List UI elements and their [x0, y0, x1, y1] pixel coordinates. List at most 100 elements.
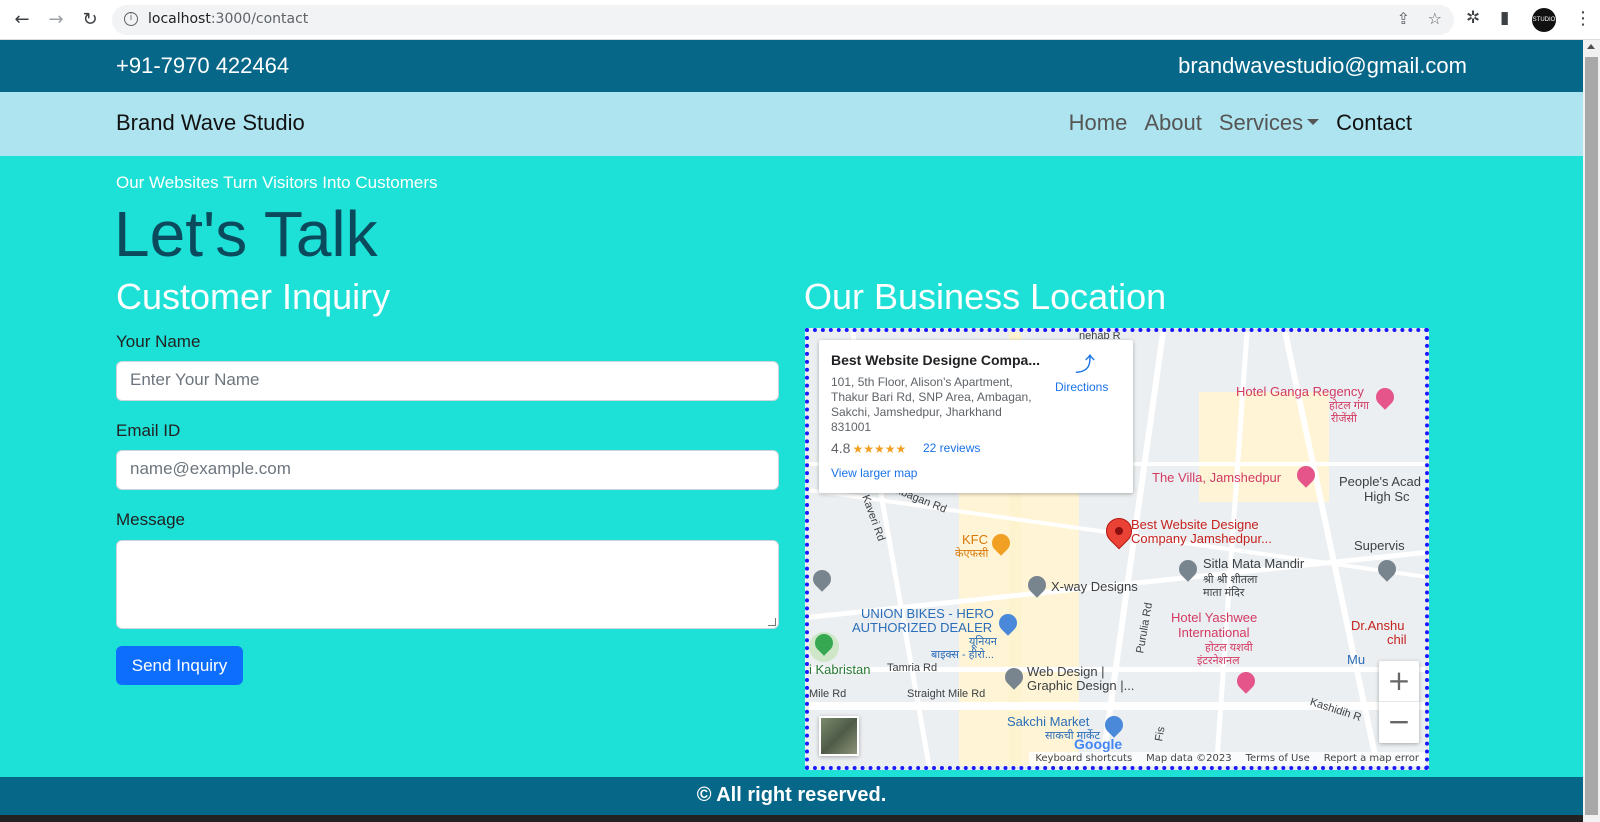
- map-label: Kashidih R: [1308, 696, 1363, 724]
- map-label[interactable]: Hotel Yashwee: [1171, 610, 1257, 625]
- place-name: Best Website Designe Compa...: [831, 352, 1041, 368]
- site-info-icon[interactable]: i: [124, 12, 138, 26]
- satellite-toggle-button[interactable]: [819, 716, 859, 756]
- nav-about[interactable]: About: [1144, 110, 1202, 136]
- map-label: बाइक्स - हीरो...: [931, 649, 994, 661]
- map-label[interactable]: Sitla Mata Mandir: [1203, 556, 1304, 571]
- map-label: Fis: [1153, 725, 1168, 743]
- map-data-text: Map data ©2023: [1146, 753, 1232, 764]
- url-path: :3000/contact: [210, 11, 309, 27]
- map-label: Straight Mile Rd: [907, 688, 986, 700]
- map-label[interactable]: Hotel Ganga Regency: [1236, 384, 1364, 399]
- email-input[interactable]: name@example.com: [116, 450, 779, 490]
- url-host: localhost: [148, 11, 211, 27]
- place-address: 101, 5th Floor, Alison's Apartment, Thak…: [831, 375, 1032, 434]
- hotel-marker-icon[interactable]: [1372, 384, 1398, 410]
- map-label: Mu: [1347, 652, 1366, 667]
- caret-down-icon: [1307, 119, 1320, 126]
- back-icon[interactable]: ←: [10, 8, 34, 32]
- forward-icon[interactable]: →: [44, 8, 68, 32]
- map-label: High Sc: [1364, 489, 1410, 504]
- main-navbar: Brand Wave Studio Home About Services Co…: [0, 92, 1583, 156]
- place-info-card: Best Website Designe Compa... 101, 5th F…: [819, 340, 1133, 493]
- side-panel-icon[interactable]: ▮: [1500, 8, 1509, 28]
- address-bar[interactable]: i localhost:3000/contact ⇪ ☆: [112, 5, 1454, 35]
- map-label: रीजेंसी: [1331, 413, 1357, 425]
- resize-handle-icon[interactable]: [768, 618, 776, 626]
- bookmark-star-icon[interactable]: ☆: [1428, 9, 1442, 28]
- nav-home[interactable]: Home: [1069, 110, 1128, 136]
- url-text[interactable]: localhost:3000/contact: [148, 11, 308, 27]
- location-title: Our Business Location: [804, 276, 1167, 317]
- map-label: Tamria Rd: [887, 662, 938, 674]
- map-label[interactable]: UNION BIKES - HERO: [861, 606, 994, 621]
- scroll-up-icon[interactable]: [1587, 44, 1595, 49]
- map-label: i Kabristan: [809, 662, 871, 677]
- profile-avatar[interactable]: STUDIO: [1532, 8, 1556, 32]
- keyboard-shortcuts-link[interactable]: Keyboard shortcuts: [1035, 752, 1132, 766]
- nav-services-label: Services: [1218, 110, 1304, 135]
- directions-icon[interactable]: ⤴: [1075, 354, 1095, 374]
- page-footer: © All right reserved.: [0, 777, 1583, 815]
- directions-link[interactable]: Directions: [1055, 380, 1108, 394]
- name-input[interactable]: Enter Your Name: [116, 361, 779, 401]
- map-label[interactable]: AUTHORIZED DEALER: [852, 620, 992, 635]
- brand-logo-text[interactable]: Brand Wave Studio: [116, 110, 305, 136]
- nav-contact[interactable]: Contact: [1336, 110, 1412, 136]
- map-label: Mile Rd: [809, 688, 847, 700]
- send-inquiry-button[interactable]: Send Inquiry: [116, 646, 243, 685]
- inquiry-title: Customer Inquiry: [116, 276, 391, 317]
- reload-icon[interactable]: ↻: [78, 8, 102, 32]
- report-error-link[interactable]: Report a map error: [1324, 752, 1419, 766]
- google-logo: Google: [1074, 736, 1123, 752]
- map-label[interactable]: KFC: [962, 532, 988, 547]
- map-zoom-control: + −: [1379, 661, 1419, 743]
- map-label[interactable]: Best Website Designe: [1131, 517, 1259, 532]
- school-marker-icon[interactable]: [809, 566, 835, 592]
- map-label: chil: [1387, 632, 1407, 647]
- scrollbar-thumb[interactable]: [1585, 57, 1598, 815]
- map-label[interactable]: X-way Designs: [1051, 579, 1138, 594]
- message-textarea[interactable]: [116, 540, 779, 629]
- map-label[interactable]: Web Design |: [1027, 664, 1105, 679]
- hotel-marker-icon[interactable]: [1233, 668, 1259, 694]
- message-label: Message: [116, 510, 185, 529]
- place-rating: 4.8 ★★★★★: [831, 440, 906, 456]
- name-label: Your Name: [116, 332, 201, 351]
- map-label[interactable]: Company Jamshedpur...: [1131, 531, 1272, 546]
- view-larger-map-link[interactable]: View larger map: [831, 466, 917, 480]
- zoom-out-button[interactable]: −: [1379, 702, 1419, 743]
- nav-services-dropdown[interactable]: Services: [1218, 110, 1320, 136]
- browser-menu-icon[interactable]: ⋮: [1574, 8, 1592, 29]
- star-rating-icon: ★★★★★: [852, 442, 907, 456]
- map-label: People's Acad: [1339, 474, 1421, 489]
- phone-number[interactable]: +91-7970 422464: [116, 53, 289, 79]
- map-label: माता मंदिर: [1203, 587, 1245, 599]
- map-attribution: Keyboard shortcuts Map data ©2023 Terms …: [1029, 752, 1425, 766]
- reviews-link[interactable]: 22 reviews: [923, 441, 980, 455]
- contact-topbar: +91-7970 422464 brandwavestudio@gmail.co…: [0, 40, 1583, 92]
- copyright-text: © All right reserved.: [696, 784, 887, 806]
- terms-link[interactable]: Terms of Use: [1246, 752, 1310, 766]
- map-label: केएफसी: [955, 548, 989, 560]
- map-label[interactable]: The Villa, Jamshedpur: [1152, 470, 1281, 485]
- email-label: Email ID: [116, 421, 181, 440]
- map-label: Dr.Anshu: [1351, 618, 1405, 633]
- hero-tagline: Our Websites Turn Visitors Into Customer…: [116, 173, 438, 192]
- bottom-strip: [0, 815, 1583, 822]
- google-map-embed[interactable]: nehab R Hotel Ganga Regency होटल गंगा री…: [805, 328, 1429, 770]
- page-scrollbar[interactable]: [1583, 40, 1600, 822]
- extensions-icon[interactable]: ✲: [1466, 8, 1480, 28]
- map-label[interactable]: Sakchi Market: [1007, 714, 1089, 729]
- nav-links: Home About Services Contact: [1069, 110, 1412, 136]
- browser-toolbar: ← → ↻ i localhost:3000/contact ⇪ ☆ ✲ ▮ S…: [0, 0, 1600, 40]
- map-label: Purulia Rd: [1134, 601, 1156, 655]
- rating-value: 4.8: [831, 440, 851, 456]
- email-address[interactable]: brandwavestudio@gmail.com: [1178, 53, 1467, 79]
- share-icon[interactable]: ⇪: [1397, 9, 1410, 28]
- zoom-in-button[interactable]: +: [1379, 661, 1419, 702]
- page-title: Let's Talk: [114, 198, 378, 270]
- place-marker-icon[interactable]: [1374, 556, 1400, 582]
- map-label[interactable]: International: [1178, 625, 1250, 640]
- map-label[interactable]: Graphic Design |...: [1027, 678, 1134, 693]
